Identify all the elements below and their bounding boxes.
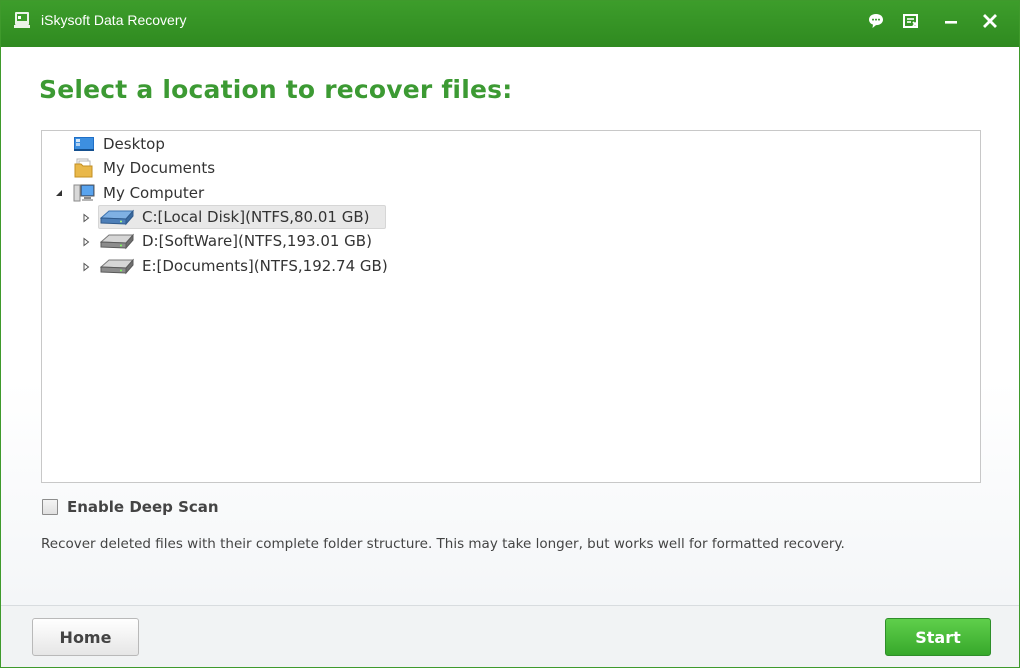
title-bar[interactable]: iSkysoft Data Recovery [1, 1, 1019, 47]
start-button[interactable]: Start [885, 618, 991, 656]
hard-drive-icon [99, 207, 135, 227]
tree-item-label: E:[Documents](NTFS,192.74 GB) [142, 257, 388, 275]
page-title: Select a location to recover files: [39, 75, 513, 104]
tree-item-my-documents[interactable]: My Documents [73, 157, 215, 179]
desktop-icon [73, 134, 95, 154]
hard-drive-icon [99, 231, 135, 251]
expand-arrow-icon[interactable] [80, 236, 92, 248]
window-title: iSkysoft Data Recovery [41, 12, 187, 28]
app-logo-icon [12, 10, 32, 30]
main-content: Select a location to recover files: Desk… [1, 47, 1019, 605]
tree-item-label: My Computer [103, 184, 205, 202]
tree-item-label: My Documents [103, 159, 216, 177]
feedback-icon[interactable] [863, 9, 889, 33]
home-button[interactable]: Home [32, 618, 139, 656]
close-icon[interactable] [977, 9, 1003, 33]
minimize-icon[interactable] [938, 9, 964, 33]
deep-scan-description: Recover deleted files with their complet… [41, 536, 845, 552]
tree-item-my-computer[interactable]: My Computer [73, 182, 204, 204]
documents-folder-icon [73, 158, 95, 178]
tree-item-label: C:[Local Disk](NTFS,80.01 GB) [142, 208, 370, 226]
register-icon[interactable] [898, 9, 924, 33]
deep-scan-label: Enable Deep Scan [67, 498, 219, 516]
tree-item-drive-e[interactable]: E:[Documents](NTFS,192.74 GB) [99, 255, 388, 277]
computer-icon [73, 183, 95, 203]
collapse-arrow-icon[interactable] [53, 187, 65, 199]
expand-arrow-icon[interactable] [80, 261, 92, 273]
tree-item-drive-d[interactable]: D:[SoftWare](NTFS,193.01 GB) [99, 230, 372, 252]
footer-bar: Home Start [1, 605, 1019, 667]
deep-scan-option[interactable]: Enable Deep Scan [42, 498, 219, 516]
hard-drive-icon [99, 256, 135, 276]
deep-scan-checkbox[interactable] [42, 499, 58, 515]
location-tree[interactable]: Desktop My Documents My Computer C:[Loca… [41, 130, 981, 483]
app-window: iSkysoft Data Recovery Select a location… [0, 0, 1020, 668]
tree-item-desktop[interactable]: Desktop [73, 133, 165, 155]
tree-item-label: D:[SoftWare](NTFS,193.01 GB) [142, 232, 372, 250]
tree-item-label: Desktop [103, 135, 165, 153]
expand-arrow-icon[interactable] [80, 212, 92, 224]
tree-item-drive-c[interactable]: C:[Local Disk](NTFS,80.01 GB) [99, 206, 370, 228]
